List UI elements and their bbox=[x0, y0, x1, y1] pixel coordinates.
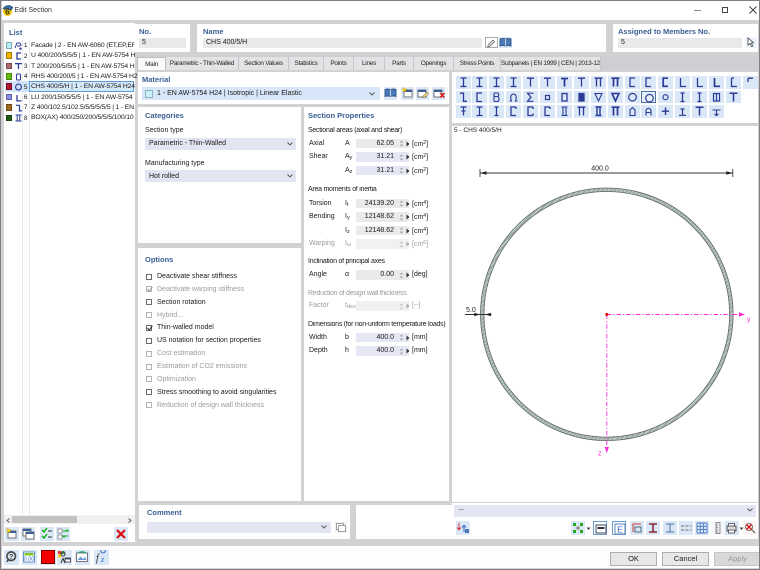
svg-text:z: z bbox=[100, 555, 105, 564]
svg-text:y: y bbox=[747, 317, 751, 324]
svg-text:f: f bbox=[96, 553, 100, 564]
svg-text:?: ? bbox=[9, 552, 14, 561]
svg-text:z: z bbox=[598, 451, 602, 458]
svg-text:400.0: 400.0 bbox=[591, 166, 609, 173]
svg-text:E: E bbox=[617, 525, 623, 535]
svg-text:0.00: 0.00 bbox=[24, 557, 35, 563]
